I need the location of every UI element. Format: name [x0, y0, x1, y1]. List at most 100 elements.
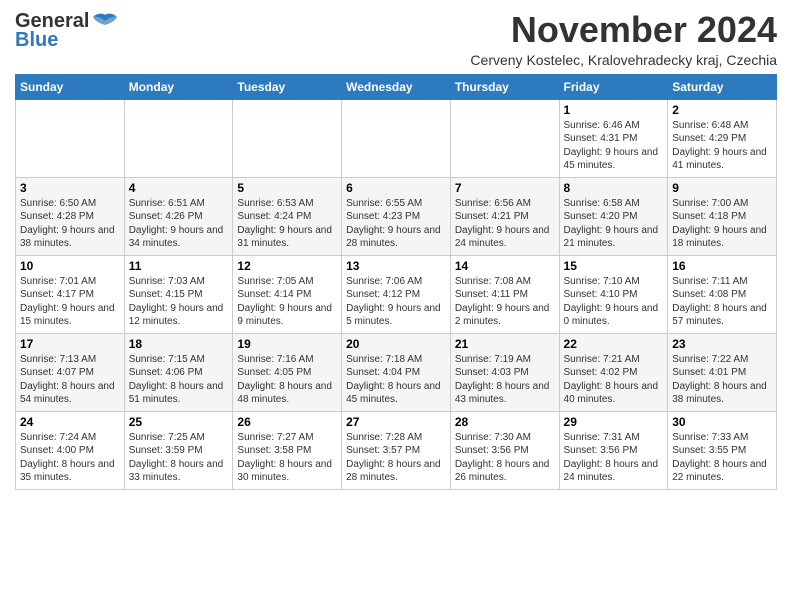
day-number: 5 [237, 181, 337, 195]
calendar-cell: 3 Sunrise: 6:50 AMSunset: 4:28 PMDaylight… [16, 177, 125, 255]
calendar-cell [16, 99, 125, 177]
day-info: Sunrise: 6:48 AMSunset: 4:29 PMDaylight:… [672, 119, 772, 173]
day-number: 24 [20, 415, 120, 429]
day-info: Sunrise: 6:50 AMSunset: 4:28 PMDaylight:… [20, 197, 120, 251]
day-number: 21 [455, 337, 555, 351]
day-number: 4 [129, 181, 229, 195]
day-number: 3 [20, 181, 120, 195]
day-number: 8 [564, 181, 664, 195]
day-info: Sunrise: 7:10 AMSunset: 4:10 PMDaylight:… [564, 275, 664, 329]
column-header-monday: Monday [124, 74, 233, 99]
day-info: Sunrise: 7:30 AMSunset: 3:56 PMDaylight:… [455, 431, 555, 485]
title-section: November 2024 Cerveny Kostelec, Kraloveh… [470, 10, 777, 68]
day-number: 20 [346, 337, 446, 351]
logo-bird-icon [91, 13, 119, 31]
calendar-cell: 6Sunrise: 6:55 AMSunset: 4:23 PMDaylight… [342, 177, 451, 255]
column-header-tuesday: Tuesday [233, 74, 342, 99]
day-number: 2 [672, 103, 772, 117]
calendar-cell: 17Sunrise: 7:13 AMSunset: 4:07 PMDayligh… [16, 333, 125, 411]
logo-blue: Blue [15, 29, 58, 52]
column-header-thursday: Thursday [450, 74, 559, 99]
calendar-week-1: 1 Sunrise: 6:46 AMSunset: 4:31 PMDaylight… [16, 99, 777, 177]
location-subtitle: Cerveny Kostelec, Kralovehradecky kraj, … [470, 52, 777, 68]
day-info: Sunrise: 7:25 AMSunset: 3:59 PMDaylight:… [129, 431, 229, 485]
calendar-cell [124, 99, 233, 177]
calendar-cell: 18Sunrise: 7:15 AMSunset: 4:06 PMDayligh… [124, 333, 233, 411]
calendar-cell [450, 99, 559, 177]
calendar-cell [342, 99, 451, 177]
day-info: Sunrise: 6:51 AMSunset: 4:26 PMDaylight:… [129, 197, 229, 251]
calendar-cell: 11Sunrise: 7:03 AMSunset: 4:15 PMDayligh… [124, 255, 233, 333]
day-number: 10 [20, 259, 120, 273]
calendar-week-3: 10 Sunrise: 7:01 AMSunset: 4:17 PMDayligh… [16, 255, 777, 333]
calendar-cell: 14 Sunrise: 7:08 AMSunset: 4:11 PMDayligh… [450, 255, 559, 333]
calendar-cell: 9 Sunrise: 7:00 AMSunset: 4:18 PMDaylight… [668, 177, 777, 255]
calendar-cell: 5Sunrise: 6:53 AMSunset: 4:24 PMDaylight… [233, 177, 342, 255]
calendar-cell: 22 Sunrise: 7:21 AMSunset: 4:02 PMDayligh… [559, 333, 668, 411]
column-header-sunday: Sunday [16, 74, 125, 99]
column-header-saturday: Saturday [668, 74, 777, 99]
day-number: 14 [455, 259, 555, 273]
day-number: 22 [564, 337, 664, 351]
calendar-cell: 8 Sunrise: 6:58 AMSunset: 4:20 PMDaylight… [559, 177, 668, 255]
logo: General Blue [15, 10, 119, 52]
day-info: Sunrise: 7:05 AMSunset: 4:14 PMDaylight:… [237, 275, 337, 329]
day-info: Sunrise: 7:11 AMSunset: 4:08 PMDaylight:… [672, 275, 772, 329]
day-info: Sunrise: 7:08 AMSunset: 4:11 PMDaylight:… [455, 275, 555, 329]
day-number: 1 [564, 103, 664, 117]
column-header-friday: Friday [559, 74, 668, 99]
day-info: Sunrise: 7:01 AMSunset: 4:17 PMDaylight:… [20, 275, 120, 329]
day-info: Sunrise: 7:27 AMSunset: 3:58 PMDaylight:… [237, 431, 337, 485]
day-info: Sunrise: 7:28 AMSunset: 3:57 PMDaylight:… [346, 431, 446, 485]
calendar-cell: 4 Sunrise: 6:51 AMSunset: 4:26 PMDaylight… [124, 177, 233, 255]
day-info: Sunrise: 6:46 AMSunset: 4:31 PMDaylight:… [564, 119, 664, 173]
day-number: 26 [237, 415, 337, 429]
day-info: Sunrise: 7:00 AMSunset: 4:18 PMDaylight:… [672, 197, 772, 251]
calendar-cell: 16 Sunrise: 7:11 AMSunset: 4:08 PMDayligh… [668, 255, 777, 333]
calendar-cell: 2 Sunrise: 6:48 AMSunset: 4:29 PMDaylight… [668, 99, 777, 177]
calendar-cell: 20 Sunrise: 7:18 AMSunset: 4:04 PMDayligh… [342, 333, 451, 411]
day-info: Sunrise: 7:18 AMSunset: 4:04 PMDaylight:… [346, 353, 446, 407]
calendar-cell: 25 Sunrise: 7:25 AMSunset: 3:59 PMDayligh… [124, 411, 233, 489]
day-info: Sunrise: 7:15 AMSunset: 4:06 PMDaylight:… [129, 353, 229, 407]
day-number: 13 [346, 259, 446, 273]
day-info: Sunrise: 7:21 AMSunset: 4:02 PMDaylight:… [564, 353, 664, 407]
day-number: 30 [672, 415, 772, 429]
calendar-cell: 30Sunrise: 7:33 AMSunset: 3:55 PMDayligh… [668, 411, 777, 489]
calendar-cell [233, 99, 342, 177]
day-info: Sunrise: 7:31 AMSunset: 3:56 PMDaylight:… [564, 431, 664, 485]
calendar-cell: 13 Sunrise: 7:06 AMSunset: 4:12 PMDayligh… [342, 255, 451, 333]
calendar-cell: 15 Sunrise: 7:10 AMSunset: 4:10 PMDayligh… [559, 255, 668, 333]
day-number: 27 [346, 415, 446, 429]
day-info: Sunrise: 6:55 AMSunset: 4:23 PMDaylight:… [346, 197, 446, 251]
day-info: Sunrise: 7:16 AMSunset: 4:05 PMDaylight:… [237, 353, 337, 407]
day-info: Sunrise: 7:22 AMSunset: 4:01 PMDaylight:… [672, 353, 772, 407]
calendar-header-row: SundayMondayTuesdayWednesdayThursdayFrid… [16, 74, 777, 99]
calendar-cell: 1 Sunrise: 6:46 AMSunset: 4:31 PMDaylight… [559, 99, 668, 177]
day-number: 7 [455, 181, 555, 195]
day-number: 19 [237, 337, 337, 351]
day-number: 25 [129, 415, 229, 429]
day-number: 16 [672, 259, 772, 273]
calendar-cell: 26 Sunrise: 7:27 AMSunset: 3:58 PMDayligh… [233, 411, 342, 489]
calendar-cell: 27 Sunrise: 7:28 AMSunset: 3:57 PMDayligh… [342, 411, 451, 489]
day-number: 9 [672, 181, 772, 195]
calendar-cell: 19 Sunrise: 7:16 AMSunset: 4:05 PMDayligh… [233, 333, 342, 411]
day-info: Sunrise: 7:06 AMSunset: 4:12 PMDaylight:… [346, 275, 446, 329]
day-number: 12 [237, 259, 337, 273]
calendar-cell: 23 Sunrise: 7:22 AMSunset: 4:01 PMDayligh… [668, 333, 777, 411]
calendar-week-2: 3 Sunrise: 6:50 AMSunset: 4:28 PMDaylight… [16, 177, 777, 255]
day-number: 23 [672, 337, 772, 351]
day-number: 29 [564, 415, 664, 429]
calendar-cell: 10 Sunrise: 7:01 AMSunset: 4:17 PMDayligh… [16, 255, 125, 333]
page-header: General Blue November 2024 Cerveny Koste… [15, 10, 777, 68]
day-info: Sunrise: 6:58 AMSunset: 4:20 PMDaylight:… [564, 197, 664, 251]
day-info: Sunrise: 7:13 AMSunset: 4:07 PMDaylight:… [20, 353, 120, 407]
day-info: Sunrise: 7:19 AMSunset: 4:03 PMDaylight:… [455, 353, 555, 407]
calendar-cell: 28Sunrise: 7:30 AMSunset: 3:56 PMDayligh… [450, 411, 559, 489]
day-info: Sunrise: 7:24 AMSunset: 4:00 PMDaylight:… [20, 431, 120, 485]
day-info: Sunrise: 6:56 AMSunset: 4:21 PMDaylight:… [455, 197, 555, 251]
day-number: 11 [129, 259, 229, 273]
day-number: 15 [564, 259, 664, 273]
calendar-cell: 7 Sunrise: 6:56 AMSunset: 4:21 PMDaylight… [450, 177, 559, 255]
